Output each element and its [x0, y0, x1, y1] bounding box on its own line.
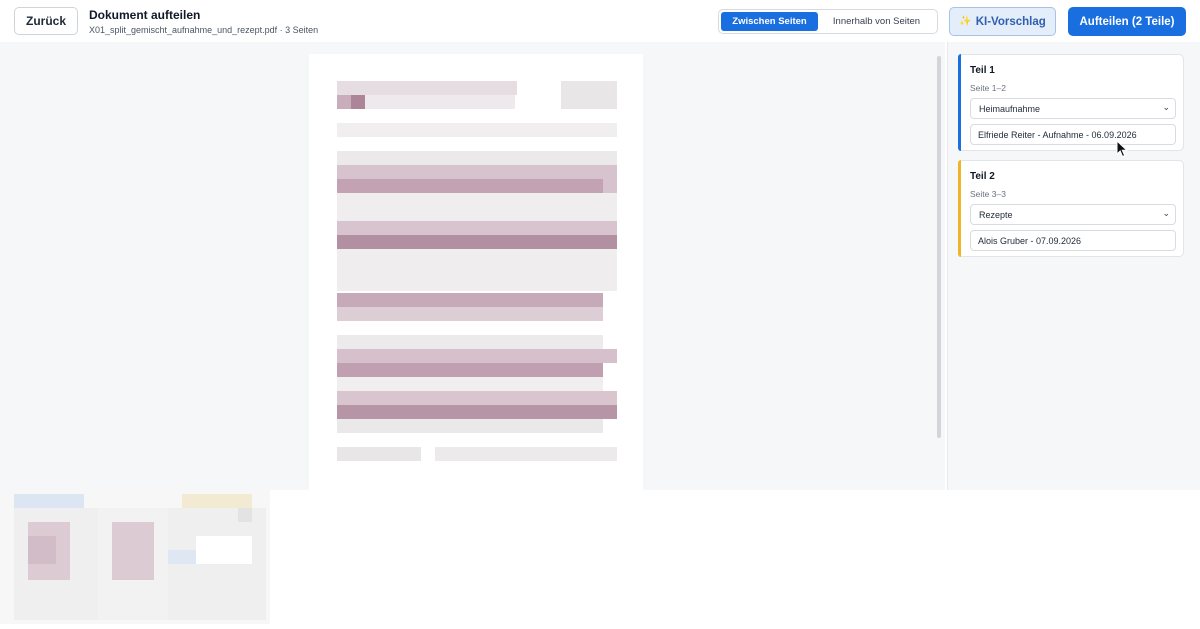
document-viewer	[0, 42, 945, 494]
part-accent-2	[958, 160, 961, 257]
mode-between-pages[interactable]: Zwischen Seiten	[721, 12, 818, 31]
part-card-2: Teil 2 Seite 3–3 Rezepte ⌄ Alois Gruber …	[958, 160, 1184, 257]
blurred-thumbnails	[0, 490, 270, 624]
mouse-cursor-icon	[1116, 140, 1128, 158]
document-name-field-2[interactable]: Alois Gruber - 07.09.2026	[970, 230, 1176, 251]
page-title: Dokument aufteilen	[89, 8, 201, 22]
chevron-down-icon: ⌄	[1162, 208, 1170, 218]
category-select-1[interactable]: Heimaufnahme ⌄	[970, 98, 1176, 119]
ai-suggestion-label: KI-Vorschlag	[975, 15, 1046, 28]
part-title-1: Teil 1	[970, 65, 995, 76]
mode-within-pages[interactable]: Innerhalb von Seiten	[818, 12, 935, 31]
page-preview	[309, 54, 643, 494]
blurred-page-content	[337, 81, 617, 468]
ai-suggestion-button[interactable]: ✨ KI-Vorschlag	[949, 7, 1056, 36]
document-name-field-1[interactable]: Elfriede Reiter - Aufnahme - 06.09.2026	[970, 124, 1176, 145]
category-select-2[interactable]: Rezepte ⌄	[970, 204, 1176, 225]
part-range-2: Seite 3–3	[970, 189, 1006, 199]
split-mode-toggle: Zwischen Seiten Innerhalb von Seiten	[718, 9, 938, 34]
category-value-1: Heimaufnahme	[979, 103, 1041, 114]
parts-sidebar: Teil 1 Seite 1–2 Heimaufnahme ⌄ Elfriede…	[947, 42, 1200, 490]
part-title-2: Teil 2	[970, 171, 995, 182]
part-accent-1	[958, 54, 961, 151]
split-button[interactable]: Aufteilen (2 Teile)	[1068, 7, 1186, 36]
viewer-scrollbar[interactable]	[927, 56, 941, 438]
sparkle-icon: ✨	[959, 16, 972, 27]
scrollbar-thumb[interactable]	[937, 56, 941, 438]
top-toolbar: Zurück Dokument aufteilen X01_split_gemi…	[0, 0, 1200, 42]
file-info: X01_split_gemischt_aufnahme_und_rezept.p…	[89, 25, 319, 35]
part-range-1: Seite 1–2	[970, 83, 1006, 93]
chevron-down-icon: ⌄	[1162, 102, 1170, 112]
category-value-2: Rezepte	[979, 209, 1013, 220]
page-thumbnails	[0, 490, 270, 624]
back-button[interactable]: Zurück	[14, 7, 78, 35]
part-card-1: Teil 1 Seite 1–2 Heimaufnahme ⌄ Elfriede…	[958, 54, 1184, 151]
